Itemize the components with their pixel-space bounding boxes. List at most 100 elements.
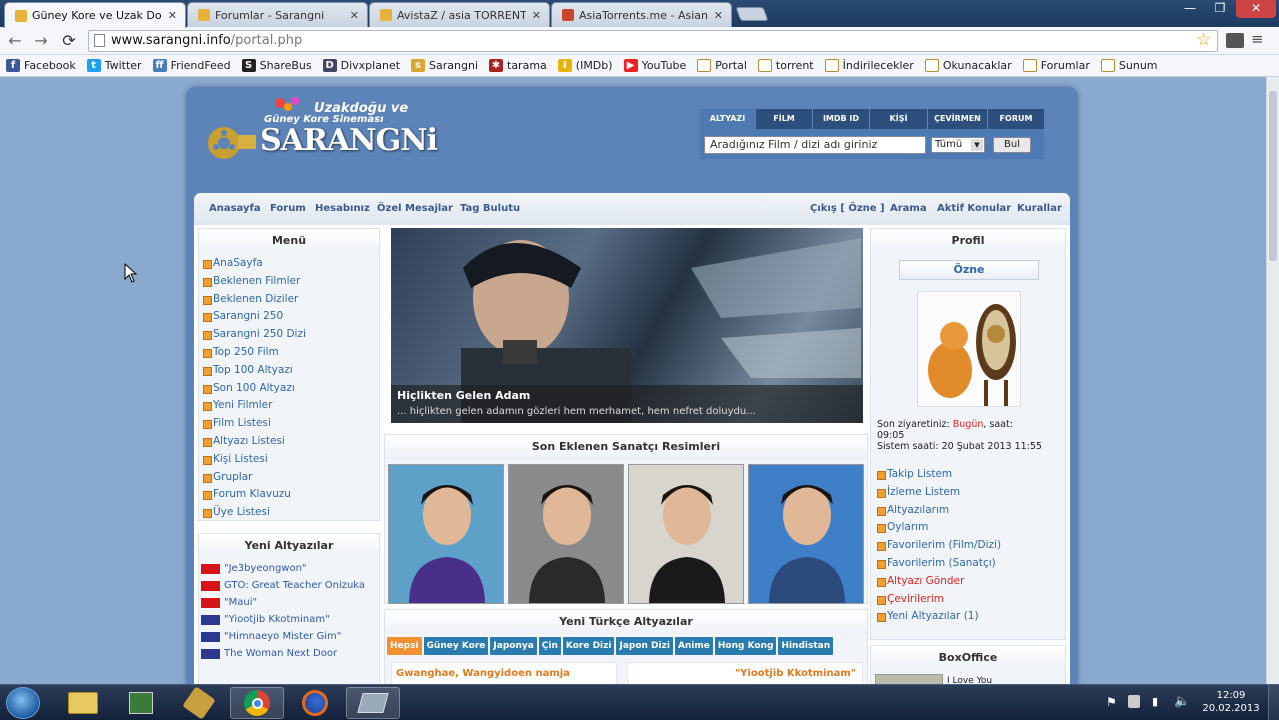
search-button[interactable]: Bul	[993, 137, 1031, 153]
search-input[interactable]: Aradığınız Film / dizi adı giriniz	[704, 136, 926, 154]
bookmark-11[interactable]: İndirilecekler	[824, 59, 914, 72]
subs-category-tab-8[interactable]: Hindistan	[778, 637, 834, 655]
nav-right-link-1[interactable]: Arama	[890, 203, 927, 214]
menu-item[interactable]: Gruplar	[201, 469, 379, 487]
show-desktop-button[interactable]	[1268, 685, 1279, 720]
profile-link[interactable]: Yeni Altyazılar (1)	[875, 608, 1063, 626]
artist-photo[interactable]	[628, 464, 744, 604]
profile-link[interactable]: Altyazılarım	[875, 502, 1063, 520]
start-button[interactable]	[6, 687, 40, 719]
artist-photo[interactable]	[508, 464, 624, 604]
nav-right-link-3[interactable]: Kurallar	[1017, 203, 1062, 214]
taskbar-clock[interactable]: 12:09 20.02.2013	[1200, 689, 1262, 715]
bookmark-6[interactable]: ✱ tarama	[489, 59, 547, 72]
bookmark-0[interactable]: f Facebook	[6, 59, 76, 72]
subs-right-item[interactable]: "Yiootjib Kkotminam"	[627, 662, 863, 684]
tab-close-icon[interactable]: ✕	[532, 9, 541, 22]
tab-close-icon[interactable]: ✕	[714, 9, 723, 22]
menu-item[interactable]: Film Listesi	[201, 415, 379, 433]
bookmark-3[interactable]: S ShareBus	[241, 59, 312, 72]
subs-category-tab-4[interactable]: Kore Dizi	[562, 637, 615, 655]
search-tab-2[interactable]: IMDB ID	[813, 109, 869, 129]
bookmark-14[interactable]: Sunum	[1100, 59, 1158, 72]
browser-tab-0[interactable]: Güney Kore ve Uzak Doğu ✕	[4, 2, 186, 28]
new-sub-item[interactable]: "Himnaeyo Mister Gim"	[199, 631, 379, 643]
artist-photo[interactable]	[388, 464, 504, 604]
bookmark-13[interactable]: Forumlar	[1022, 59, 1090, 72]
profile-name-button[interactable]: Özne	[899, 260, 1039, 280]
browser-tab-2[interactable]: AvistaZ / asia TORRENTS ✕	[369, 2, 550, 27]
volume-tray-icon[interactable]: 🔈	[1174, 694, 1190, 709]
bookmark-10[interactable]: torrent	[757, 59, 814, 72]
subs-category-tab-6[interactable]: Anime	[674, 637, 713, 655]
menu-item[interactable]: Sarangni 250 Dizi	[201, 326, 379, 344]
featured-slider[interactable]: Hiçlikten Gelen Adam ... hiçlikten gelen…	[391, 228, 863, 423]
address-bar[interactable]: www.sarangni.info/portal.php	[88, 30, 1218, 52]
menu-item[interactable]: Yeni Filmler	[201, 397, 379, 415]
subs-category-tab-1[interactable]: Güney Kore	[423, 637, 489, 655]
extension-icon[interactable]	[1226, 33, 1244, 48]
bookmark-7[interactable]: I (IMDb)	[557, 59, 613, 72]
back-arrow-icon[interactable]: ←	[4, 31, 26, 51]
search-tab-0[interactable]: ALTYAZI	[700, 109, 755, 129]
search-tab-1[interactable]: FİLM	[756, 109, 812, 129]
profile-link[interactable]: Oylarım	[875, 519, 1063, 537]
new-sub-item[interactable]: "Yiootjib Kkotminam"	[199, 614, 379, 626]
profile-link[interactable]: Favorilerim (Sanatçı)	[875, 555, 1063, 573]
network-tray-icon[interactable]: ▮	[1152, 695, 1158, 708]
menu-item[interactable]: Top 100 Altyazı	[201, 362, 379, 380]
new-sub-item[interactable]: "Je3byeongwon"	[199, 563, 379, 575]
new-sub-item[interactable]: The Woman Next Door	[199, 648, 379, 660]
chrome-taskbar-icon[interactable]	[230, 687, 284, 719]
bookmark-4[interactable]: D Divxplanet	[322, 59, 400, 72]
scrollbar-thumb[interactable]	[1269, 91, 1277, 261]
tool-taskbar-icon[interactable]	[172, 686, 226, 720]
maximize-button[interactable]: ❐	[1207, 0, 1233, 18]
profile-link[interactable]: Altyazı Gönder	[875, 573, 1063, 591]
menu-item[interactable]: AnaSayfa	[201, 255, 379, 273]
menu-item[interactable]: Beklenen Diziler	[201, 291, 379, 309]
bookmark-9[interactable]: Portal	[697, 59, 747, 72]
bookmark-2[interactable]: ff FriendFeed	[152, 59, 231, 72]
bookmark-1[interactable]: t Twitter	[86, 59, 142, 72]
explorer-taskbar-icon[interactable]	[56, 687, 110, 719]
subs-category-tab-2[interactable]: Japonya	[490, 637, 537, 655]
bookmark-5[interactable]: s Sarangni	[411, 59, 478, 72]
site-logo[interactable]: Uzakdoğu ve Güney Kore Sineması SARANGNi	[196, 95, 438, 185]
bookmark-12[interactable]: Okunacaklar	[924, 59, 1012, 72]
nav-right-link-0[interactable]: Çıkış [ Özne ]	[810, 203, 885, 214]
forward-arrow-icon[interactable]: →	[30, 31, 52, 51]
search-tab-5[interactable]: FORUM	[988, 109, 1044, 129]
nav-link-2[interactable]: Hesabınız	[315, 203, 370, 214]
nav-right-link-2[interactable]: Aktif Konular	[937, 203, 1011, 214]
bookmark-star-icon[interactable]: ☆	[1196, 30, 1211, 50]
menu-item[interactable]: Sarangni 250	[201, 308, 379, 326]
subs-category-tab-0[interactable]: Hepsi	[387, 637, 422, 655]
page-scrollbar[interactable]	[1266, 77, 1279, 684]
tab-close-icon[interactable]: ✕	[168, 9, 177, 22]
nav-link-1[interactable]: Forum	[270, 203, 306, 214]
flag-tray-icon[interactable]: ⚑	[1106, 695, 1117, 709]
subs-category-tab-3[interactable]: Çin	[538, 637, 561, 655]
profile-link[interactable]: Çevirilerim	[875, 591, 1063, 609]
app-taskbar-icon[interactable]	[114, 687, 168, 719]
menu-item[interactable]: Üye Listesi	[201, 504, 379, 522]
search-tab-3[interactable]: KİŞİ	[870, 109, 927, 129]
boxoffice-first[interactable]: I Love You	[947, 676, 992, 684]
menu-item[interactable]: Forum Klavuzu	[201, 486, 379, 504]
search-tab-4[interactable]: ÇEVİRMEN	[928, 109, 987, 129]
new-tab-button[interactable]	[735, 7, 769, 21]
menu-item[interactable]: Beklenen Filmler	[201, 273, 379, 291]
profile-link[interactable]: Favorilerim (Film/Dizi)	[875, 537, 1063, 555]
menu-item[interactable]: Altyazı Listesi	[201, 433, 379, 451]
media-taskbar-icon[interactable]	[346, 687, 400, 719]
bookmark-8[interactable]: ▶ YouTube	[623, 59, 686, 72]
browser-tab-1[interactable]: Forumlar - Sarangni ✕	[187, 2, 368, 27]
new-sub-item[interactable]: "Maui"	[199, 597, 379, 609]
subs-left-item[interactable]: Gwanghae, Wangyidoen namja	[391, 662, 617, 684]
search-category-select[interactable]: Tümü ▼	[931, 137, 985, 153]
new-sub-item[interactable]: GTO: Great Teacher Onizuka	[199, 580, 379, 592]
browser-tab-3[interactable]: AsiaTorrents.me - Asian ✕	[551, 2, 732, 27]
subs-category-tab-5[interactable]: Japon Dizi	[616, 637, 673, 655]
menu-item[interactable]: Top 250 Film	[201, 344, 379, 362]
